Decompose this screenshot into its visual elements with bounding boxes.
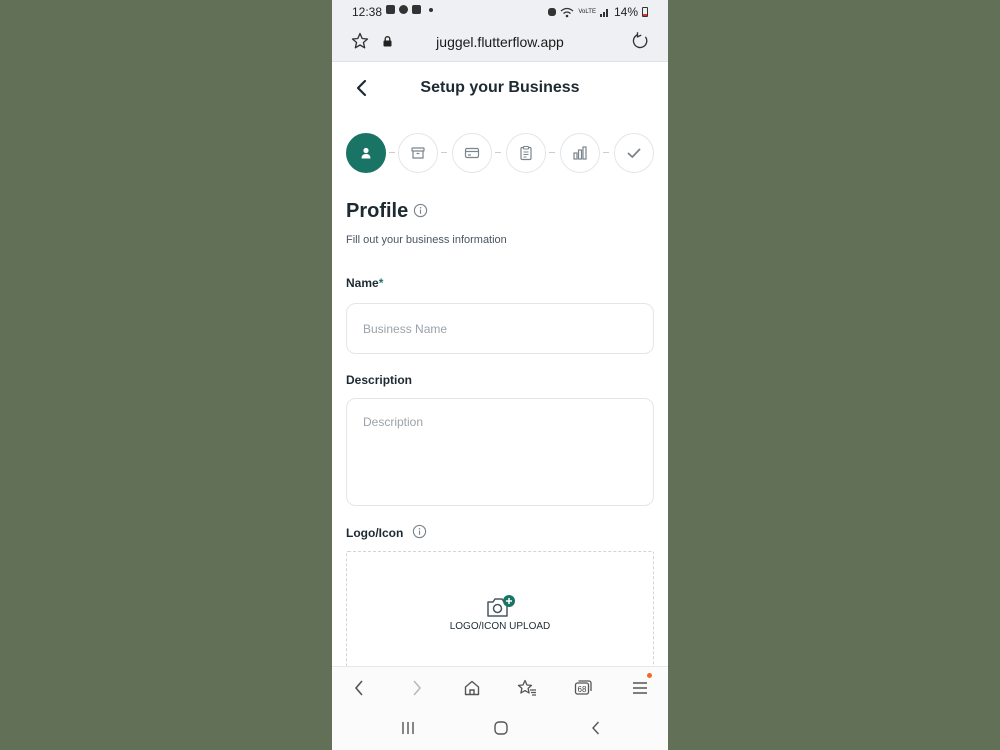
- gallery-icon: [386, 5, 395, 14]
- logo-label: Logo/Icon: [346, 526, 404, 540]
- signal-icon: [599, 9, 608, 17]
- step-profile[interactable]: [346, 133, 386, 173]
- menu-icon: [633, 682, 647, 694]
- page-title: Setup your Business: [420, 79, 580, 96]
- upload-label: LOGO/ICON UPLOAD: [449, 621, 551, 632]
- step-details[interactable]: [506, 133, 546, 173]
- notification-icons: [386, 5, 433, 14]
- back-button-icon[interactable]: [588, 720, 604, 736]
- person-icon: [361, 147, 371, 159]
- nav-back-button[interactable]: [348, 678, 370, 698]
- step-finish[interactable]: [614, 133, 654, 173]
- step-connector: [603, 152, 609, 153]
- android-nav-bar: [332, 708, 668, 750]
- step-connector: [549, 152, 555, 153]
- reload-icon[interactable]: [630, 31, 650, 51]
- nav-menu-button[interactable]: [629, 673, 652, 698]
- network-label: VoLTE: [578, 9, 596, 15]
- phone-screen: 12:38 VoLTE 14% juggel.flutterflow.app S…: [332, 0, 668, 750]
- step-analytics[interactable]: [560, 133, 600, 173]
- name-label: Name: [346, 276, 379, 290]
- browser-address-bar: juggel.flutterflow.app: [332, 24, 668, 62]
- step-connector: [495, 152, 501, 153]
- name-label-row: Name*: [346, 276, 383, 290]
- url-text[interactable]: juggel.flutterflow.app: [332, 34, 668, 50]
- wifi-icon: [560, 7, 574, 17]
- more-notifications-icon: [429, 7, 433, 12]
- clipboard-icon: [520, 145, 532, 161]
- whatsapp-icon: [399, 5, 408, 14]
- recent-apps-icon[interactable]: [400, 720, 416, 736]
- add-photo-icon: [487, 595, 515, 617]
- archive-icon: [411, 147, 425, 159]
- nav-home-button[interactable]: [461, 678, 483, 698]
- tab-count: 68: [577, 684, 587, 694]
- step-products[interactable]: [398, 133, 438, 173]
- status-bar: 12:38 VoLTE 14%: [332, 0, 668, 24]
- nav-tabs-button[interactable]: 68: [572, 678, 594, 698]
- nav-forward-button[interactable]: [406, 678, 428, 698]
- chevron-right-icon: [413, 680, 422, 696]
- battery-icon: [642, 7, 648, 17]
- check-icon: [627, 148, 641, 158]
- bookmarks-icon: [517, 679, 536, 696]
- home-button-icon[interactable]: [493, 720, 509, 736]
- home-icon: [464, 680, 480, 696]
- section-title: Profile: [346, 200, 409, 222]
- browser-bottom-nav: 68: [332, 666, 668, 708]
- step-connector: [441, 152, 447, 153]
- status-right: VoLTE 14%: [548, 5, 648, 19]
- business-name-input[interactable]: [346, 303, 654, 354]
- progress-stepper: [346, 133, 654, 173]
- alarm-icon: [548, 8, 557, 16]
- status-time: 12:38: [352, 5, 383, 19]
- battery-percent: 14%: [613, 5, 638, 19]
- step-connector: [389, 152, 395, 153]
- section-subtitle: Fill out your business information: [346, 234, 507, 246]
- card-icon: [464, 147, 480, 159]
- notification-dot: [647, 673, 652, 678]
- info-icon[interactable]: [413, 203, 428, 218]
- description-input[interactable]: [346, 398, 654, 506]
- description-label: Description: [346, 373, 413, 387]
- nav-bookmarks-button[interactable]: [516, 678, 538, 698]
- info-icon[interactable]: [412, 524, 427, 539]
- chevron-left-icon: [354, 680, 363, 696]
- battery-saver-icon: [412, 5, 421, 14]
- bar-chart-icon: [573, 146, 587, 160]
- step-payment[interactable]: [452, 133, 492, 173]
- required-asterisk: *: [378, 276, 384, 290]
